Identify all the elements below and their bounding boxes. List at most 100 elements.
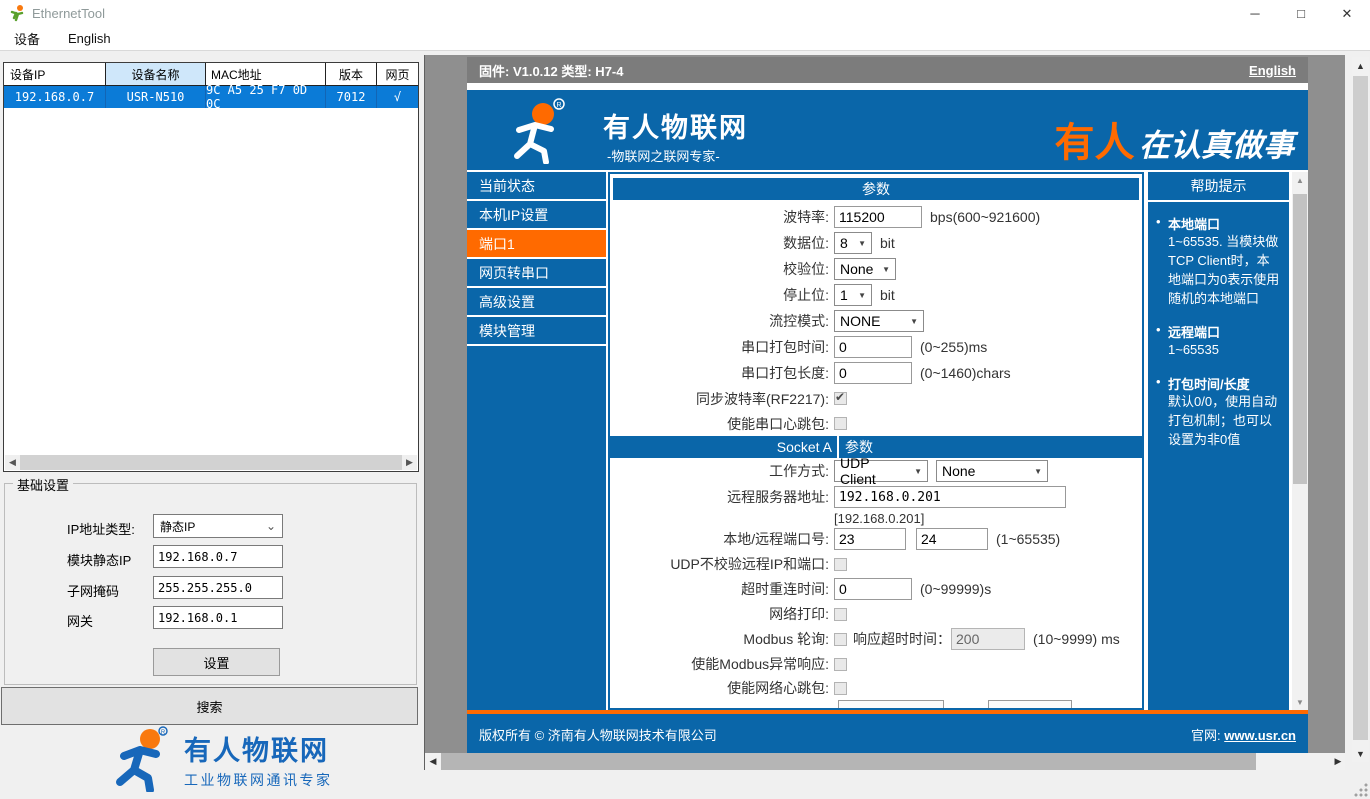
device-list-hscrollbar[interactable]: ◀ ▶ — [5, 455, 417, 470]
menu-bar: 设备 English — [0, 27, 1370, 51]
site-link-wrap: 官网: www.usr.cn — [1190, 728, 1296, 743]
subnet-mask-field[interactable] — [153, 576, 283, 599]
nav-current-status[interactable]: 当前状态 — [467, 172, 606, 201]
set-button[interactable]: 设置 — [153, 648, 280, 676]
udp-nocheck-row: UDP不校验远程IP和端口: — [610, 552, 1142, 576]
scroll-up-icon[interactable]: ▲ — [1292, 172, 1308, 188]
close-button[interactable]: ✕ — [1324, 0, 1370, 27]
minimize-button[interactable]: ─ — [1232, 0, 1278, 27]
scroll-right-icon[interactable]: ▶ — [1330, 753, 1345, 770]
vscroll-thumb[interactable] — [1293, 194, 1307, 484]
hscroll-thumb[interactable] — [20, 455, 402, 470]
row-mac: 9C A5 25 F7 0D 0C — [206, 83, 326, 111]
slogan-head: 有人 — [1054, 121, 1135, 165]
gateway-field[interactable] — [153, 606, 283, 629]
maximize-button[interactable]: □ — [1278, 0, 1324, 27]
nav-local-ip[interactable]: 本机IP设置 — [467, 201, 606, 230]
syncbaud-row: 同步波特率(RF2217): — [610, 386, 1142, 411]
select-arrow-icon: ▼ — [882, 264, 890, 274]
select-arrow-icon: ▼ — [858, 290, 866, 300]
row-version: 7012 — [326, 86, 377, 108]
nav-module-mgmt[interactable]: 模块管理 — [467, 317, 606, 346]
page-title: 有人物联网 — [603, 113, 748, 143]
scroll-down-icon[interactable]: ▼ — [1292, 694, 1308, 710]
nav-port1[interactable]: 端口1 — [467, 230, 606, 259]
packtime-input[interactable] — [834, 336, 912, 358]
brand-tagline: 工业物联网通讯专家 — [184, 771, 333, 788]
table-row[interactable]: 192.168.0.7 USR-N510 9C A5 25 F7 0D 0C 7… — [4, 83, 418, 111]
reconnect-input[interactable] — [834, 578, 912, 600]
baud-input[interactable] — [834, 206, 922, 228]
nav-web-to-serial[interactable]: 网页转串口 — [467, 259, 606, 288]
netprint-checkbox[interactable] — [834, 607, 847, 621]
workmode-sub-select[interactable]: None ▼ — [936, 460, 1048, 482]
app-icon — [10, 5, 24, 22]
window-vscrollbar[interactable]: ▲ ▼ — [1352, 57, 1369, 762]
vscroll-thumb[interactable] — [1353, 76, 1368, 740]
header-person-icon: R — [514, 98, 565, 164]
udp-nocheck-checkbox[interactable] — [834, 557, 847, 571]
row-web-check: √ — [393, 90, 402, 104]
packlen-row: 串口打包长度: (0~1460)chars — [610, 360, 1142, 386]
browser-hscrollbar[interactable]: ◀ ▶ — [425, 753, 1345, 770]
scroll-left-icon[interactable]: ◀ — [5, 455, 20, 470]
packlen-input[interactable] — [834, 362, 912, 384]
page-vscrollbar[interactable]: ▲ ▼ — [1292, 172, 1308, 710]
menu-english[interactable]: English — [54, 31, 125, 46]
title-bar: EthernetTool ─ □ ✕ — [0, 0, 1370, 27]
copyright-text: 版权所有 © 济南有人物联网技术有限公司 — [479, 728, 717, 743]
website-link[interactable]: www.usr.cn — [1224, 728, 1296, 743]
syncbaud-checkbox[interactable] — [834, 390, 847, 405]
serial-heartbeat-checkbox[interactable] — [834, 417, 847, 430]
remote-port-input[interactable] — [916, 528, 988, 550]
flow-select[interactable]: NONE ▼ — [834, 310, 924, 332]
hscroll-thumb[interactable] — [441, 753, 1256, 770]
static-ip-field[interactable] — [153, 545, 283, 568]
window-title: EthernetTool — [32, 6, 105, 21]
sidebar-nav: 当前状态 本机IP设置 端口1 网页转串口 高级设置 模块管理 — [467, 172, 606, 710]
col-web[interactable]: 网页 — [377, 63, 418, 85]
ip-type-label: IP地址类型: — [67, 522, 135, 537]
select-arrow-icon: ▼ — [858, 238, 866, 248]
slogan: 有人 在认真做事 — [1055, 110, 1294, 168]
search-button[interactable]: 搜索 — [1, 687, 418, 725]
scroll-right-icon[interactable]: ▶ — [402, 455, 417, 470]
col-device-name[interactable]: 设备名称 — [106, 63, 206, 85]
basic-settings-group: 基础设置 IP地址类型: 静态IP ⌄ 模块静态IP 子网掩码 网关 设置 — [4, 475, 417, 685]
scroll-up-icon[interactable]: ▲ — [1352, 57, 1369, 74]
port-settings-form: 参数 波特率: bps(600~921600) 数据位: 8▼ bit 校验位:… — [608, 172, 1144, 710]
workmode-row: 工作方式: UDP Client ▼ None ▼ — [610, 455, 1142, 487]
modbus-checkbox[interactable] — [834, 632, 847, 646]
databits-select[interactable]: 8 ▼ — [834, 232, 872, 254]
divider — [837, 436, 839, 458]
menu-device[interactable]: 设备 — [0, 29, 54, 48]
remote-addr-input[interactable] — [834, 486, 1066, 508]
scroll-left-icon[interactable]: ◀ — [425, 753, 441, 770]
stopbits-select[interactable]: 1 ▼ — [834, 284, 872, 306]
col-version[interactable]: 版本 — [326, 63, 377, 85]
english-link[interactable]: English — [1249, 63, 1296, 78]
help-title: 帮助提示 — [1148, 172, 1289, 202]
nav-advanced[interactable]: 高级设置 — [467, 288, 606, 317]
page-header: R 有人物联网 -物联网之联网专家- 有人 在认真做事 — [467, 90, 1308, 170]
modbus-exc-checkbox[interactable] — [834, 657, 847, 671]
parity-select[interactable]: None ▼ — [834, 258, 896, 280]
local-port-input[interactable] — [834, 528, 906, 550]
page-footer: 版权所有 © 济南有人物联网技术有限公司 官网: www.usr.cn — [467, 714, 1308, 755]
resize-grip[interactable] — [1353, 782, 1369, 798]
workmode-select[interactable]: UDP Client ▼ — [834, 455, 928, 487]
modbus-timeout-input — [951, 628, 1025, 650]
modbus-row: Modbus 轮询: 响应超时时间： (10~9999) ms — [610, 626, 1142, 652]
ports-row: 本地/远程端口号: (1~65535) — [610, 526, 1142, 552]
col-device-ip[interactable]: 设备IP — [4, 63, 106, 85]
ip-type-select[interactable]: 静态IP ⌄ — [153, 514, 283, 538]
clipped-button — [988, 700, 1072, 708]
net-heartbeat-checkbox[interactable] — [834, 681, 847, 695]
firmware-topbar: 固件: V1.0.12 类型: H7-4 English — [467, 57, 1308, 83]
select-arrow-icon: ▼ — [910, 316, 918, 326]
col-mac[interactable]: MAC地址 — [206, 63, 326, 85]
gateway-label: 网关 — [67, 614, 94, 629]
scroll-down-icon[interactable]: ▼ — [1352, 745, 1369, 762]
modbus-exc-row: 使能Modbus异常响应: — [610, 652, 1142, 676]
clipped-controls — [838, 700, 1142, 708]
